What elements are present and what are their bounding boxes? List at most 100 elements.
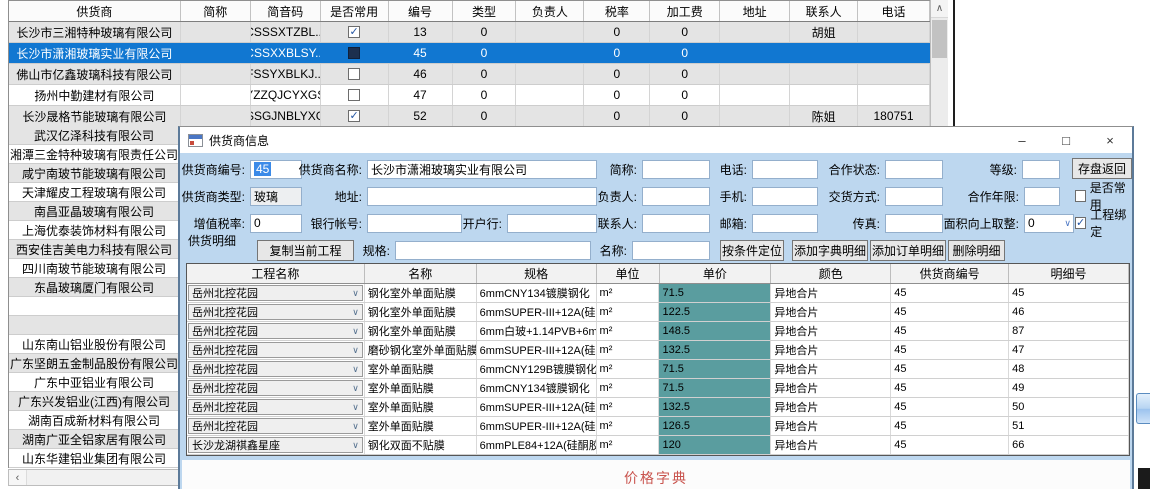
vat-field[interactable]: 0 bbox=[250, 214, 302, 233]
column-header-2[interactable]: 简音码 bbox=[251, 1, 321, 21]
detail-cell-supplier_no[interactable]: 45 bbox=[891, 417, 1009, 435]
detail-cell-spec[interactable]: 6mmSUPER-III+12A(硅... bbox=[477, 398, 597, 416]
detail-cell-detail_no[interactable]: 87 bbox=[1009, 322, 1129, 340]
detail-column-header-2[interactable]: 规格 bbox=[477, 264, 597, 283]
column-header-11[interactable]: 电话 bbox=[858, 1, 930, 21]
detail-row[interactable]: 岳州北控花园∨磨砂钢化室外单面贴膜6mmSUPER-III+12A(硅...m²… bbox=[187, 341, 1129, 360]
detail-column-header-0[interactable]: 工程名称 bbox=[187, 264, 365, 283]
supplier-row[interactable]: 扬州中勤建材有限公司YZZQJCYXGS47000 bbox=[9, 85, 930, 106]
detail-cell-supplier_no[interactable]: 45 bbox=[891, 284, 1009, 302]
column-header-1[interactable]: 简称 bbox=[181, 1, 251, 21]
supplier-row[interactable]: 湖南广亚全铝家居有限公司 bbox=[9, 430, 179, 449]
detail-cell-price[interactable]: 71.5 bbox=[659, 379, 771, 397]
common-use-checkbox-group[interactable]: 是否常用 bbox=[1075, 186, 1132, 206]
detail-cell-color[interactable]: 异地合片 bbox=[771, 436, 891, 454]
detail-cell-color[interactable]: 异地合片 bbox=[771, 360, 891, 378]
address-field[interactable] bbox=[367, 187, 597, 206]
scroll-left-icon[interactable]: ‹ bbox=[9, 470, 27, 485]
suppliers-horizontal-scrollbar[interactable]: ‹ bbox=[8, 469, 179, 486]
detail-cell-price[interactable]: 132.5 bbox=[659, 398, 771, 416]
detail-cell-color[interactable]: 异地合片 bbox=[771, 284, 891, 302]
supplier-row[interactable]: 四川南玻节能玻璃有限公司 bbox=[9, 259, 179, 278]
detail-row[interactable]: 岳州北控花园∨室外单面贴膜6mmCNY129B镀膜钢化m²71.5异地合片454… bbox=[187, 360, 1129, 379]
detail-cell-project[interactable]: 长沙龙湖祺鑫星座∨ bbox=[187, 436, 365, 454]
supplier-name-field[interactable]: 长沙市潇湘玻璃实业有限公司 bbox=[367, 160, 597, 179]
coop-status-field[interactable] bbox=[885, 160, 943, 179]
detail-cell-project[interactable]: 岳州北控花园∨ bbox=[187, 379, 365, 397]
detail-column-header-7[interactable]: 明细号 bbox=[1009, 264, 1129, 283]
project-combo[interactable]: 长沙龙湖祺鑫星座∨ bbox=[188, 437, 363, 453]
detail-cell-detail_no[interactable]: 47 bbox=[1009, 341, 1129, 359]
suppliers-vertical-scrollbar[interactable]: ∧ bbox=[930, 0, 948, 128]
detail-cell-name[interactable]: 钢化室外单面贴膜 bbox=[365, 303, 477, 321]
detail-cell-project[interactable]: 岳州北控花园∨ bbox=[187, 284, 365, 302]
scroll-up-icon[interactable]: ∧ bbox=[931, 0, 948, 18]
detail-cell-name[interactable]: 钢化室外单面贴膜 bbox=[365, 284, 477, 302]
detail-cell-project[interactable]: 岳州北控花园∨ bbox=[187, 303, 365, 321]
add-dictionary-detail-button[interactable]: 添加字典明细 bbox=[792, 240, 868, 261]
project-combo[interactable]: 岳州北控花园∨ bbox=[188, 342, 363, 358]
project-bind-checkbox-group[interactable]: ✓ 工程绑定 bbox=[1075, 213, 1132, 233]
detail-cell-color[interactable]: 异地合片 bbox=[771, 398, 891, 416]
mobile-field[interactable] bbox=[752, 187, 818, 206]
detail-cell-spec[interactable]: 6mmSUPER-III+12A(硅... bbox=[477, 417, 597, 435]
delivery-field[interactable] bbox=[885, 187, 943, 206]
supplier-row[interactable] bbox=[9, 316, 179, 335]
common-use-checkbox[interactable]: ✓ bbox=[348, 26, 360, 38]
detail-cell-supplier_no[interactable]: 45 bbox=[891, 379, 1009, 397]
project-bind-checkbox[interactable]: ✓ bbox=[1075, 217, 1086, 229]
detail-cell-color[interactable]: 异地合片 bbox=[771, 322, 891, 340]
supplier-row[interactable]: 咸宁南玻节能玻璃有限公司 bbox=[9, 164, 179, 183]
detail-cell-color[interactable]: 异地合片 bbox=[771, 379, 891, 397]
common-use-checkbox[interactable] bbox=[348, 47, 360, 59]
detail-cell-supplier_no[interactable]: 45 bbox=[891, 360, 1009, 378]
detail-cell-unit[interactable]: m² bbox=[597, 436, 660, 454]
save-return-button[interactable]: 存盘返回 bbox=[1072, 158, 1132, 179]
supplier-row[interactable]: 山东南山铝业股份有限公司 bbox=[9, 335, 179, 354]
grade-field[interactable] bbox=[1022, 160, 1060, 179]
column-header-5[interactable]: 类型 bbox=[453, 1, 517, 21]
column-header-6[interactable]: 负责人 bbox=[516, 1, 584, 21]
detail-cell-price[interactable]: 126.5 bbox=[659, 417, 771, 435]
detail-cell-detail_no[interactable]: 51 bbox=[1009, 417, 1129, 435]
project-combo[interactable]: 岳州北控花园∨ bbox=[188, 361, 363, 377]
leader-field[interactable] bbox=[642, 187, 710, 206]
coop-years-field[interactable] bbox=[1024, 187, 1060, 206]
column-header-0[interactable]: 供货商 bbox=[9, 1, 181, 21]
detail-cell-unit[interactable]: m² bbox=[597, 303, 660, 321]
detail-cell-name[interactable]: 室外单面贴膜 bbox=[365, 379, 477, 397]
detail-cell-unit[interactable]: m² bbox=[597, 398, 660, 416]
supplier-row[interactable]: 长沙晟格节能玻璃有限公司CSSGJNBLYXGS✓52000陈姐180751 bbox=[9, 106, 930, 127]
detail-cell-detail_no[interactable]: 45 bbox=[1009, 284, 1129, 302]
detail-row[interactable]: 岳州北控花园∨室外单面贴膜6mmCNY134镀膜钢化m²71.5异地合片4549 bbox=[187, 379, 1129, 398]
column-header-8[interactable]: 加工费 bbox=[650, 1, 720, 21]
detail-column-header-5[interactable]: 颜色 bbox=[771, 264, 891, 283]
detail-cell-price[interactable]: 71.5 bbox=[659, 360, 771, 378]
bank-field[interactable] bbox=[507, 214, 597, 233]
fax-field[interactable] bbox=[885, 214, 943, 233]
detail-cell-project[interactable]: 岳州北控花园∨ bbox=[187, 360, 365, 378]
locate-by-condition-button[interactable]: 按条件定位 bbox=[720, 240, 784, 261]
supplier-row[interactable]: 长沙市三湘特种玻璃有限公司CSSSXTZBL...✓13000胡姐 bbox=[9, 22, 930, 43]
detail-cell-detail_no[interactable]: 50 bbox=[1009, 398, 1129, 416]
common-use-checkbox[interactable]: ✓ bbox=[348, 110, 360, 122]
close-button[interactable]: × bbox=[1088, 127, 1132, 153]
detail-column-header-1[interactable]: 名称 bbox=[365, 264, 477, 283]
add-order-detail-button[interactable]: 添加订单明细 bbox=[870, 240, 946, 261]
detail-cell-name[interactable]: 室外单面贴膜 bbox=[365, 360, 477, 378]
supplier-row[interactable]: 广东中亚铝业有限公司 bbox=[9, 373, 179, 392]
detail-cell-spec[interactable]: 6mmCNY129B镀膜钢化 bbox=[477, 360, 597, 378]
area-round-combo[interactable]: 0 ∨ bbox=[1024, 214, 1074, 233]
detail-row[interactable]: 岳州北控花园∨钢化室外单面贴膜6mmCNY134镀膜钢化m²71.5异地合片45… bbox=[187, 284, 1129, 303]
detail-cell-spec[interactable]: 6mm白玻+1.14PVB+6mm... bbox=[477, 322, 597, 340]
column-header-9[interactable]: 地址 bbox=[720, 1, 790, 21]
detail-cell-supplier_no[interactable]: 45 bbox=[891, 303, 1009, 321]
scrollbar-thumb[interactable] bbox=[932, 20, 947, 58]
supplier-row[interactable]: 南昌亚晶玻璃有限公司 bbox=[9, 202, 179, 221]
detail-column-header-4[interactable]: 单价 bbox=[660, 264, 772, 283]
detail-row[interactable]: 岳州北控花园∨钢化室外单面贴膜6mm白玻+1.14PVB+6mm...m²148… bbox=[187, 322, 1129, 341]
email-field[interactable] bbox=[752, 214, 818, 233]
spec-filter-input[interactable] bbox=[395, 241, 591, 260]
detail-cell-spec[interactable]: 6mmCNY134镀膜钢化 bbox=[477, 284, 597, 302]
detail-cell-unit[interactable]: m² bbox=[597, 417, 660, 435]
